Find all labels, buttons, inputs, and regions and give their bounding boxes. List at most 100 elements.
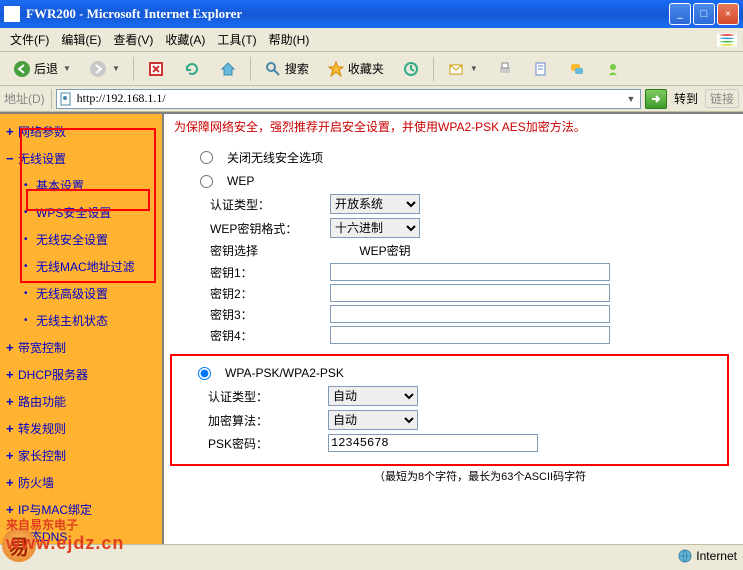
- forward-icon: [89, 60, 107, 78]
- sidebar-item-14[interactable]: IP与MAC绑定: [0, 496, 162, 523]
- star-icon: [327, 60, 345, 78]
- discuss-button[interactable]: [561, 56, 593, 82]
- close-button[interactable]: ×: [717, 3, 739, 25]
- print-button[interactable]: [489, 56, 521, 82]
- wpa-enc-select[interactable]: 自动: [328, 410, 418, 430]
- history-icon: [402, 60, 420, 78]
- discuss-icon: [568, 60, 586, 78]
- stop-button[interactable]: [140, 56, 172, 82]
- wep-key-header: WEP密钥: [330, 242, 440, 259]
- radio-disable-security[interactable]: [200, 151, 213, 164]
- sidebar-item-11[interactable]: 转发规则: [0, 415, 162, 442]
- bullet-icon: [24, 288, 28, 299]
- chevron-down-icon: ▼: [112, 64, 120, 73]
- plus-icon: [6, 421, 14, 436]
- address-bar: 地址(D) ▼ 转到 链接: [0, 86, 743, 112]
- sidebar-item-4[interactable]: 无线安全设置: [0, 226, 162, 253]
- key-select-label: 密钥选择: [210, 242, 330, 259]
- radio-disable-label: 关闭无线安全选项: [227, 149, 323, 166]
- sidebar-item-13[interactable]: 防火墙: [0, 469, 162, 496]
- menu-view[interactable]: 查看(V): [107, 29, 159, 50]
- history-button[interactable]: [395, 56, 427, 82]
- sidebar-item-10[interactable]: 路由功能: [0, 388, 162, 415]
- wep-auth-select[interactable]: 开放系统: [330, 194, 420, 214]
- go-button[interactable]: [645, 89, 667, 109]
- back-icon: [13, 60, 31, 78]
- messenger-button[interactable]: [597, 56, 629, 82]
- wep-format-select[interactable]: 十六进制: [330, 218, 420, 238]
- sidebar-item-label: WPS安全设置: [36, 204, 111, 221]
- radio-wpa-psk[interactable]: [198, 367, 211, 380]
- refresh-button[interactable]: [176, 56, 208, 82]
- status-bar: Internet: [0, 544, 743, 566]
- address-input-wrapper[interactable]: ▼: [56, 89, 641, 109]
- menu-edit[interactable]: 编辑(E): [55, 29, 107, 50]
- menu-help[interactable]: 帮助(H): [263, 29, 316, 50]
- edit-button[interactable]: [525, 56, 557, 82]
- wpa-highlighted-section: WPA-PSK/WPA2-PSK 认证类型： 自动 加密算法： 自动 PSK密码…: [170, 354, 729, 466]
- favorites-button[interactable]: 收藏夹: [320, 56, 391, 82]
- plus-icon: [6, 502, 14, 517]
- psk-label: PSK密码：: [208, 435, 328, 452]
- sidebar-item-0[interactable]: 网络参数: [0, 118, 162, 145]
- sidebar-item-12[interactable]: 家长控制: [0, 442, 162, 469]
- back-button[interactable]: 后退 ▼: [6, 56, 78, 82]
- key1-input[interactable]: [330, 263, 610, 281]
- sidebar-item-7[interactable]: 无线主机状态: [0, 307, 162, 334]
- sidebar-nav: 网络参数无线设置基本设置 WPS安全设置无线安全设置无线MAC地址过滤无线高级设置…: [0, 114, 162, 544]
- menu-favorites[interactable]: 收藏(A): [159, 29, 211, 50]
- plus-icon: [6, 475, 14, 490]
- sidebar-item-2[interactable]: 基本设置: [0, 172, 162, 199]
- menu-bar: 文件(F) 编辑(E) 查看(V) 收藏(A) 工具(T) 帮助(H): [0, 28, 743, 52]
- sidebar-item-9[interactable]: DHCP服务器: [0, 361, 162, 388]
- page-icon: [59, 92, 73, 106]
- psk-password-input[interactable]: [328, 434, 538, 452]
- key4-input[interactable]: [330, 326, 610, 344]
- sidebar-item-8[interactable]: 带宽控制: [0, 334, 162, 361]
- sidebar-item-label: 无线安全设置: [36, 231, 108, 248]
- sidebar-item-label: 家长控制: [18, 447, 66, 464]
- menu-tools[interactable]: 工具(T): [211, 29, 262, 50]
- sidebar-item-3[interactable]: WPS安全设置: [0, 199, 162, 226]
- go-label: 转到: [671, 90, 701, 107]
- forward-button[interactable]: ▼: [82, 56, 127, 82]
- ie-flag-icon: [715, 30, 739, 50]
- sidebar-item-1[interactable]: 无线设置: [0, 145, 162, 172]
- key4-label: 密钥4：: [210, 327, 330, 344]
- sidebar-item-label: 基本设置: [36, 177, 84, 194]
- key2-input[interactable]: [330, 284, 610, 302]
- psk-note: （最短为8个字符，最长为63个ASCII码字符: [174, 468, 733, 484]
- maximize-button[interactable]: □: [693, 3, 715, 25]
- wep-format-label: WEP密钥格式：: [210, 220, 330, 237]
- home-button[interactable]: [212, 56, 244, 82]
- bullet-icon: [24, 180, 28, 191]
- sidebar-item-label: 无线设置: [18, 150, 66, 167]
- print-icon: [496, 60, 514, 78]
- wpa-enc-label: 加密算法：: [208, 412, 328, 429]
- content-area: 网络参数无线设置基本设置 WPS安全设置无线安全设置无线MAC地址过滤无线高级设置…: [0, 112, 743, 544]
- search-button[interactable]: 搜索: [257, 56, 316, 82]
- plus-icon: [6, 367, 14, 382]
- sidebar-item-label: 无线高级设置: [36, 285, 108, 302]
- key3-input[interactable]: [330, 305, 610, 323]
- sidebar-item-6[interactable]: 无线高级设置: [0, 280, 162, 307]
- bullet-icon: [24, 207, 28, 218]
- menu-file[interactable]: 文件(F): [4, 29, 55, 50]
- links-label[interactable]: 链接: [705, 89, 739, 108]
- radio-wpa-label: WPA-PSK/WPA2-PSK: [225, 366, 344, 380]
- address-dropdown-icon[interactable]: ▼: [624, 94, 638, 104]
- key3-label: 密钥3：: [210, 306, 330, 323]
- plus-icon: [6, 340, 14, 355]
- minimize-button[interactable]: _: [669, 3, 691, 25]
- wpa-auth-select[interactable]: 自动: [328, 386, 418, 406]
- address-input[interactable]: [77, 91, 624, 106]
- messenger-icon: [604, 60, 622, 78]
- sidebar-item-label: 无线主机状态: [36, 312, 108, 329]
- mail-button[interactable]: ▼: [440, 56, 485, 82]
- radio-wep[interactable]: [200, 175, 213, 188]
- sidebar-item-5[interactable]: 无线MAC地址过滤: [0, 253, 162, 280]
- sidebar-item-label: 转发规则: [18, 420, 66, 437]
- plus-icon: [6, 448, 14, 463]
- window-title: FWR200 - Microsoft Internet Explorer: [26, 6, 669, 22]
- bullet-icon: [24, 234, 28, 245]
